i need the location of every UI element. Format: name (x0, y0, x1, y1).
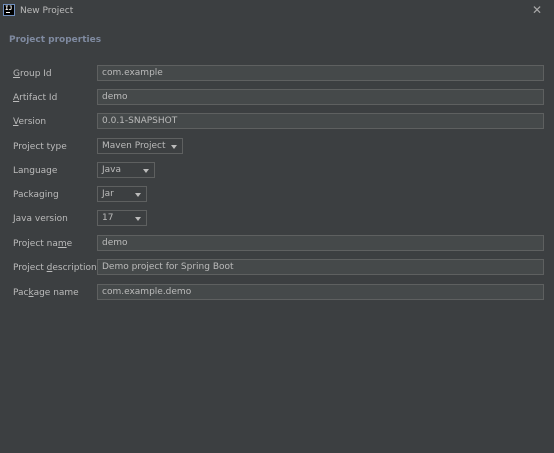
java-version-select[interactable]: 17 (97, 210, 147, 226)
artifact-id-label: Artifact Id (13, 93, 57, 103)
java-version-label: Java version (13, 214, 68, 224)
project-type-select[interactable]: Maven Project (97, 138, 183, 154)
package-name-label: Package name (13, 288, 79, 298)
project-name-field[interactable]: demo (97, 235, 544, 251)
title-bar: IJ New Project ✕ (0, 0, 554, 24)
version-label-text: ersion (18, 117, 47, 127)
group-id-label-text: roup Id (19, 69, 52, 79)
close-icon[interactable]: ✕ (530, 3, 544, 17)
project-description-label: Project description (13, 263, 97, 273)
language-value: Java (102, 165, 122, 175)
window-title: New Project (20, 6, 74, 16)
package-name-label-pre: Pac (13, 288, 29, 298)
group-id-label-mnemonic: G (13, 69, 20, 79)
packaging-value: Jar (102, 189, 114, 199)
package-name-label-rest: age name (33, 288, 79, 298)
project-type-label: Project type (13, 142, 67, 152)
chevron-down-icon (143, 169, 149, 173)
project-name-label-mnemonic: m (57, 239, 67, 249)
app-icon-bar (6, 12, 10, 13)
artifact-id-field[interactable]: demo (97, 89, 544, 105)
new-project-dialog: IJ New Project ✕ Project properties Grou… (0, 0, 554, 453)
java-version-value: 17 (102, 213, 114, 223)
project-description-label-rest: escription (52, 263, 97, 273)
packaging-select[interactable]: Jar (97, 186, 147, 202)
group-id-label: Group Id (13, 69, 52, 79)
language-label: Language (13, 166, 58, 176)
intellij-icon: IJ (3, 4, 15, 16)
version-label: Version (13, 117, 46, 127)
chevron-down-icon (135, 193, 141, 197)
language-select[interactable]: Java (97, 162, 155, 178)
section-header: Project properties (9, 35, 102, 45)
chevron-down-icon (171, 145, 177, 149)
packaging-label: Packaging (13, 190, 59, 200)
app-icon-text: IJ (5, 5, 13, 12)
project-name-label: Project name (13, 239, 72, 249)
group-id-field[interactable]: com.example (97, 65, 544, 81)
package-name-field[interactable]: com.example.demo (97, 284, 544, 300)
project-name-label-pre: Project na (13, 239, 58, 249)
project-description-field[interactable]: Demo project for Spring Boot (97, 259, 544, 275)
chevron-down-icon (135, 217, 141, 221)
version-field[interactable]: 0.0.1-SNAPSHOT (97, 113, 544, 129)
project-type-value: Maven Project (102, 141, 166, 151)
project-description-label-pre: Project (13, 263, 47, 273)
project-name-label-rest: e (66, 239, 73, 249)
artifact-id-label-text: rtifact Id (19, 93, 58, 103)
